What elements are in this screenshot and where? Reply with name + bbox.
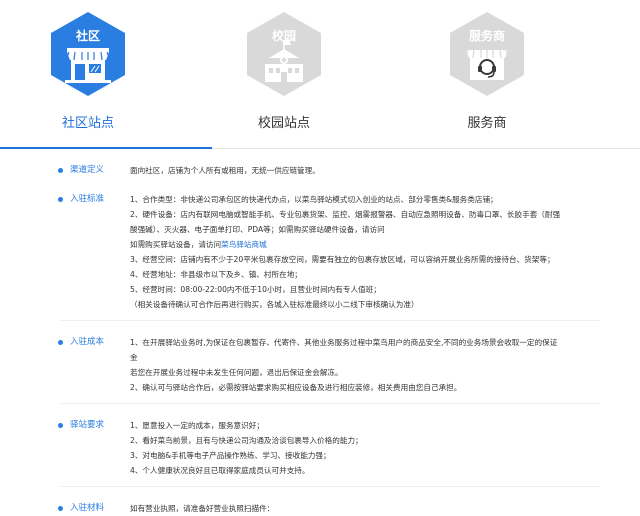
section-title: 入驻材料 (57, 501, 104, 516)
tab-content: 渠道定义 面向社区，店铺为个人所有或租用，无统一供应链管理。 入驻标准 1、合作… (0, 163, 640, 516)
text-line: 1、在开展驿站业务时,为保证在包裹暂存、代寄件、其他业务服务过程中菜鸟用户的商品… (130, 338, 558, 347)
text-line: 金 (130, 353, 138, 362)
tab-service-provider-label: 服务商 (467, 116, 507, 131)
text-line: 5、经营时间：08:00-22:00内不低于10小时，且营业时间内有专人值班； (130, 285, 381, 294)
section-title: 入驻成本 (57, 335, 104, 350)
section-title: 驿站要求 (57, 418, 104, 433)
site-type-tabs: 社区 社区站点 校园 校园站点 服务商 服务商 (0, 0, 640, 149)
campus-badge: 校园 (247, 12, 321, 96)
text-line: 2、确认可与驿站合作后，必需按驿站要求购买相应设备及进行相应装修，相关费用由您自… (130, 383, 462, 392)
text-line: 面向社区，店铺为个人所有或租用，无统一供应链管理。 (130, 166, 320, 175)
community-badge: 社区 (51, 12, 125, 96)
cainiao-mall-link[interactable]: 菜鸟驿站商城 (221, 240, 267, 249)
section-divider (60, 320, 600, 321)
campus-badge-title: 校园 (271, 29, 296, 43)
service-provider-badge: 服务商 (450, 12, 524, 96)
text-line: （相关设备待确认可合作后再进行购买，各城入驻标准最终以小二线下审核确认为准） (130, 300, 419, 309)
section-station-requirements: 驿站要求 1、愿意投入一定的成本，服务意识好； 2、看好菜鸟前景，且有与快递公司… (0, 418, 640, 478)
tab-campus-label: 校园站点 (257, 116, 310, 131)
tab-service-provider[interactable]: 服务商 服务商 (441, 12, 533, 131)
section-entry-materials: 入驻材料 如有营业执照，请准备好营业执照扫描件： (0, 501, 640, 516)
text-line: 3、对电脑&手机等电子产品操作熟练、学习、接收能力强； (130, 451, 331, 460)
section-divider (60, 486, 600, 487)
text-line: 酸强碱）、灭火器、电子面单打印、PDA等；如需购买驿站硬件设备，请访问 (130, 225, 385, 234)
text-line: 1、愿意投入一定的成本，服务意识好； (130, 421, 264, 430)
text-line: 2、看好菜鸟前景，且有与快递公司沟通及洽谈包裹导入价格的能力； (130, 436, 363, 445)
text-line: 如有营业执照，请准备好营业执照扫描件： (130, 504, 275, 513)
tab-campus-site[interactable]: 校园 校园站点 (238, 12, 330, 131)
text-line: 如需购买驿站设备，请访问菜鸟驿站商城 (130, 237, 640, 252)
active-tab-underline (0, 147, 212, 149)
text-line-prefix: 如需购买驿站设备，请访问 (130, 240, 222, 249)
text-line: 若您在开展业务过程中未发生任何问题，退出后保证金会解冻。 (130, 368, 343, 377)
section-entry-cost: 入驻成本 1、在开展驿站业务时,为保证在包裹暂存、代寄件、其他业务服务过程中菜鸟… (0, 335, 640, 395)
section-title: 渠道定义 (57, 163, 104, 178)
section-title: 入驻标准 (57, 192, 104, 207)
tab-community-label: 社区站点 (61, 116, 114, 131)
tab-community-site[interactable]: 社区 社区站点 (42, 12, 134, 131)
section-channel-definition: 渠道定义 面向社区，店铺为个人所有或租用，无统一供应链管理。 (0, 163, 640, 178)
text-line: 4、个人健康状况良好且已取得家庭成员认可并支持。 (130, 466, 310, 475)
service-provider-badge-title: 服务商 (468, 29, 505, 43)
section-entry-standard: 入驻标准 1、合作类型：非快递公司承包区的快递代办点，以菜鸟驿站模式切入创业的站… (0, 192, 640, 312)
text-line: 2、硬件设备：店内有联网电脑或智能手机、专业包裹货架、监控、烟雾报警器、自动应急… (130, 210, 561, 219)
text-line: 1、合作类型：非快递公司承包区的快递代办点，以菜鸟驿站模式切入创业的站点、部分零… (130, 195, 498, 204)
community-badge-title: 社区 (75, 29, 100, 43)
text-line: 4、经营地址：非县级市以下及乡、镇、村所在地； (130, 270, 302, 279)
section-divider (60, 403, 600, 404)
text-line: 3、经营空间：店铺内有不少于20平米包裹存放空间，需要有独立的包裹存放区域，可以… (130, 255, 555, 264)
